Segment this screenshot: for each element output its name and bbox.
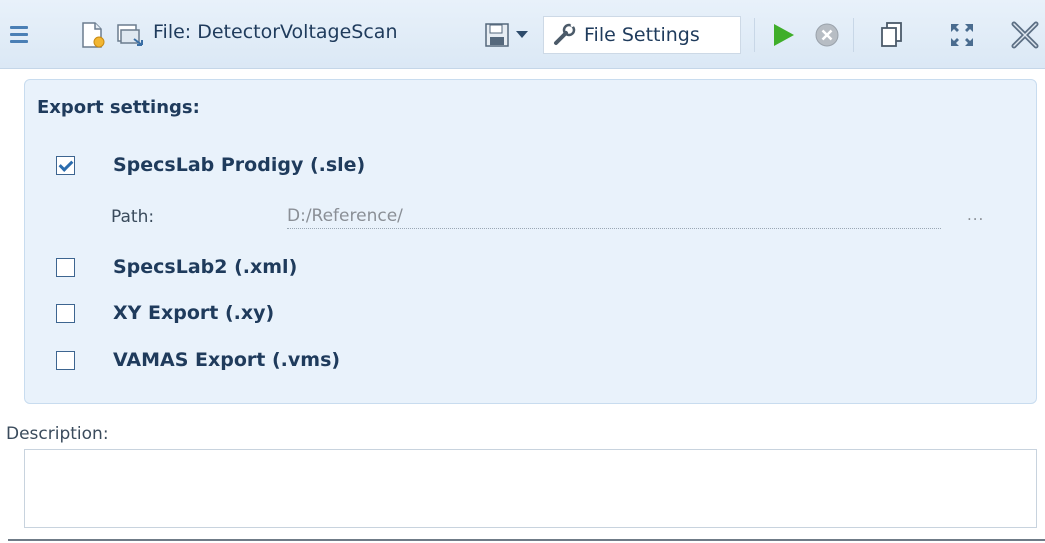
file-settings-button[interactable]: File Settings bbox=[543, 16, 741, 54]
dropdown-arrow-icon[interactable] bbox=[514, 26, 530, 42]
option-specslab-prodigy: SpecsLab Prodigy (.sle) bbox=[56, 154, 365, 176]
new-file-icon[interactable] bbox=[80, 21, 106, 49]
specslab2-checkbox[interactable] bbox=[56, 257, 75, 277]
separator bbox=[754, 18, 755, 52]
path-label: Path: bbox=[111, 207, 155, 227]
specslab-prodigy-checkbox[interactable] bbox=[56, 155, 75, 175]
menu-icon[interactable] bbox=[8, 19, 30, 49]
open-file-icon[interactable] bbox=[116, 21, 146, 49]
toolbar: File: DetectorVoltageScan File Settings bbox=[0, 0, 1045, 69]
browse-path-button[interactable]: ... bbox=[967, 206, 984, 224]
xy-export-checkbox[interactable] bbox=[56, 303, 75, 323]
path-input[interactable] bbox=[287, 204, 941, 229]
option-vamas-export: VAMAS Export (.vms) bbox=[56, 349, 340, 371]
wrench-icon bbox=[552, 23, 578, 47]
export-settings-panel: Export settings: SpecsLab Prodigy (.sle)… bbox=[24, 79, 1037, 404]
vamas-export-label: VAMAS Export (.vms) bbox=[113, 349, 341, 371]
specslab-prodigy-label: SpecsLab Prodigy (.sle) bbox=[113, 154, 366, 176]
file-settings-label: File Settings bbox=[584, 24, 700, 46]
separator bbox=[853, 18, 854, 52]
file-name-label: File: DetectorVoltageScan bbox=[153, 21, 398, 43]
specslab2-label: SpecsLab2 (.xml) bbox=[113, 256, 298, 278]
export-settings-title: Export settings: bbox=[37, 97, 200, 118]
option-xy-export: XY Export (.xy) bbox=[56, 302, 274, 324]
bottom-divider bbox=[8, 539, 1045, 541]
option-specslab2: SpecsLab2 (.xml) bbox=[56, 256, 297, 278]
stop-icon[interactable] bbox=[813, 21, 841, 49]
description-textarea[interactable] bbox=[24, 449, 1037, 528]
save-icon[interactable] bbox=[484, 22, 510, 48]
xy-export-label: XY Export (.xy) bbox=[113, 302, 275, 324]
copy-icon[interactable] bbox=[878, 20, 906, 50]
expand-icon[interactable] bbox=[947, 21, 977, 49]
vamas-export-checkbox[interactable] bbox=[56, 350, 75, 370]
close-icon[interactable] bbox=[1009, 20, 1041, 50]
play-icon[interactable] bbox=[767, 20, 799, 50]
description-label: Description: bbox=[6, 424, 109, 444]
